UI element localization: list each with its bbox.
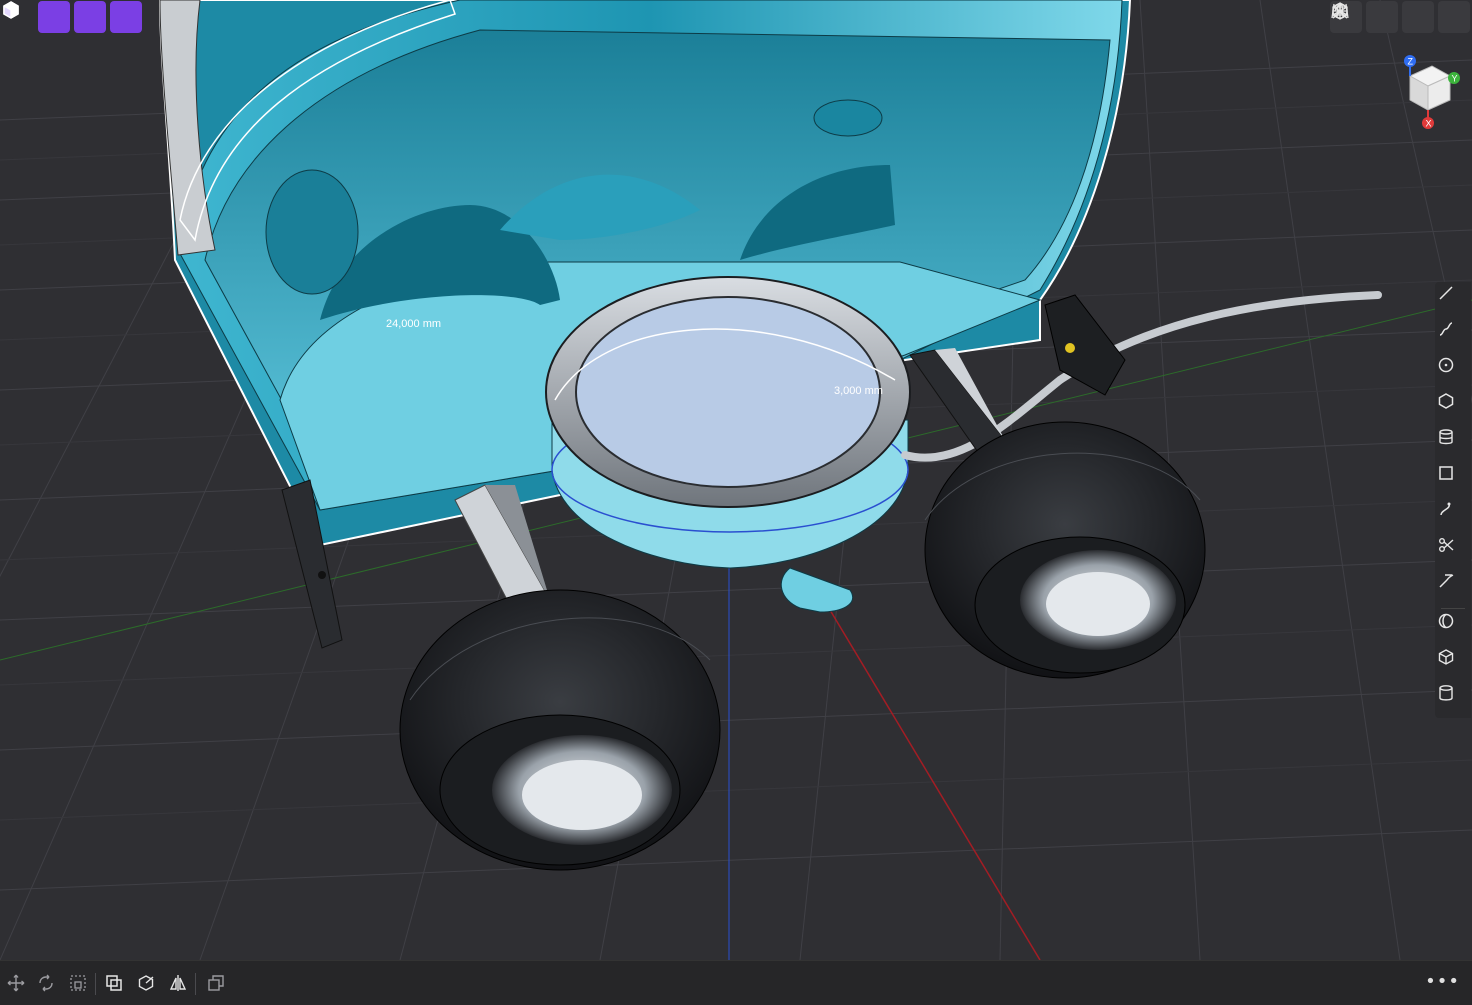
transform-icon[interactable]: [132, 969, 160, 997]
more-options-button[interactable]: •••: [1425, 971, 1460, 993]
bottom-toolbar: •••: [0, 960, 1472, 1005]
3d-viewport[interactable]: 24,000 mm 3,000 mm Z Y X: [0, 0, 1472, 960]
pattern-icon[interactable]: [202, 969, 230, 997]
solid-view-icon[interactable]: [4, 1, 106, 33]
dimension-label-width: 24,000 mm: [386, 318, 441, 330]
mirror-icon[interactable]: [164, 969, 192, 997]
view-mode-icon[interactable]: [3, 1, 70, 33]
scale-icon[interactable]: [64, 969, 92, 997]
wheel-left[interactable]: [399, 589, 721, 871]
svg-text:Z: Z: [1408, 57, 1414, 67]
rotate-icon[interactable]: [32, 969, 60, 997]
shell-icon[interactable]: [1437, 612, 1469, 644]
rectangle-icon[interactable]: [1437, 464, 1469, 496]
render-icon[interactable]: [1332, 1, 1434, 33]
circle-icon[interactable]: [1437, 356, 1469, 388]
trim-icon[interactable]: [1437, 536, 1469, 568]
svg-text:Y: Y: [1452, 74, 1458, 84]
top-right-toolbar: [1330, 1, 1470, 33]
svg-text:X: X: [1426, 119, 1432, 129]
view-cube[interactable]: Z Y X: [1398, 54, 1464, 130]
stack-icon[interactable]: [1437, 428, 1469, 460]
axes-icon[interactable]: [1332, 1, 1398, 33]
top-left-toolbar: [2, 1, 142, 33]
polygon-icon[interactable]: [1437, 392, 1469, 424]
side-hole: [265, 169, 359, 295]
move-icon[interactable]: [2, 969, 30, 997]
wireframe-view-icon[interactable]: [3, 1, 142, 33]
line-icon[interactable]: [1437, 284, 1469, 316]
boolean-icon[interactable]: [100, 969, 128, 997]
extend-icon[interactable]: [1437, 572, 1469, 604]
spline-icon[interactable]: [1437, 320, 1469, 352]
right-tool-rail: [1435, 282, 1471, 718]
curve-icon[interactable]: [1437, 500, 1469, 532]
environment-icon[interactable]: [1332, 1, 1470, 33]
top-hole: [813, 99, 883, 137]
dimension-label-radius: 3,000 mm: [834, 385, 883, 397]
box-icon[interactable]: [1437, 648, 1469, 680]
wheel-right[interactable]: [924, 421, 1206, 679]
cylinder-icon[interactable]: [1437, 684, 1469, 716]
scene-canvas[interactable]: 24,000 mm 3,000 mm: [0, 0, 1472, 960]
